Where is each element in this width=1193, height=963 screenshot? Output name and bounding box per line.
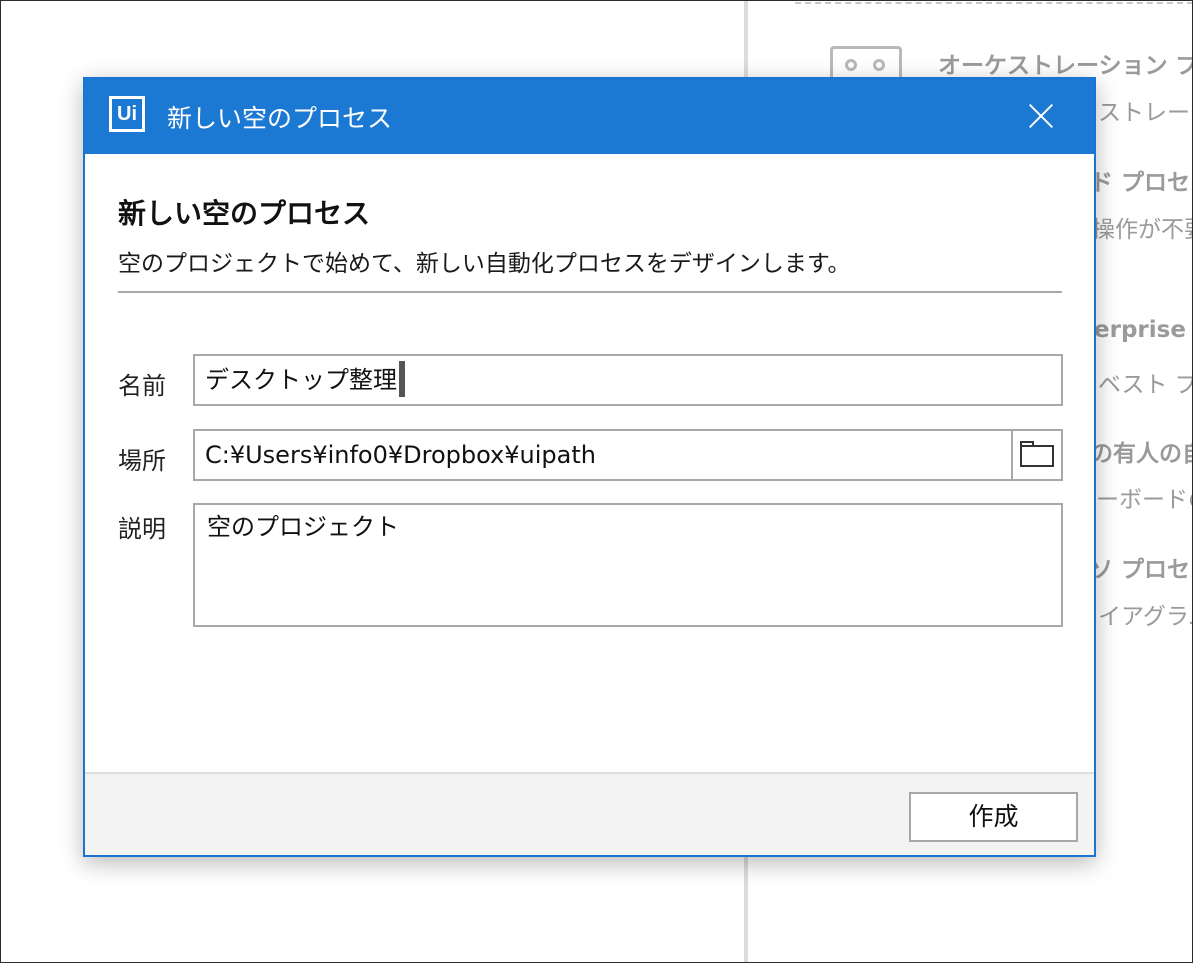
- new-process-dialog: Ui 新しい空のプロセス 新しい空のプロセス 空のプロジェクトで始めて、新しい自…: [83, 77, 1096, 857]
- folder-icon: [1020, 445, 1054, 467]
- close-button[interactable]: [1021, 96, 1061, 136]
- description-textarea-value: 空のプロジェクト: [207, 513, 399, 541]
- text-caret: [399, 361, 405, 397]
- location-label: 場所: [118, 447, 166, 475]
- location-input[interactable]: C:¥Users¥info0¥Dropbox¥uipath: [193, 429, 1013, 481]
- dialog-heading: 新しい空のプロセス: [118, 197, 371, 230]
- name-input-value: デスクトップ整理: [205, 366, 397, 394]
- orchestration-icon-node: [845, 59, 857, 71]
- background-template-title: ド プロセス: [1090, 170, 1193, 196]
- background-dashed-line: [795, 2, 1193, 4]
- browse-folder-button[interactable]: [1012, 429, 1063, 481]
- dialog-description: 空のプロジェクトで始めて、新しい自動化プロセスをデザインします。: [118, 251, 851, 277]
- background-template-desc: イアグラム: [1098, 604, 1193, 630]
- background-template-title: ソ プロセス: [1090, 557, 1193, 583]
- description-label: 説明: [118, 515, 166, 543]
- name-input[interactable]: デスクトップ整理: [193, 354, 1063, 406]
- dialog-titlebar[interactable]: Ui 新しい空のプロセス: [85, 79, 1094, 154]
- create-button[interactable]: 作成: [909, 792, 1078, 842]
- background-template-title: の有人の自: [1090, 441, 1193, 467]
- background-template-desc: ーボードのエ: [1096, 487, 1193, 513]
- location-input-value: C:¥Users¥info0¥Dropbox¥uipath: [205, 441, 596, 469]
- dialog-window-title: 新しい空のプロセス: [167, 104, 393, 133]
- background-template-desc: 操作が不要: [1092, 217, 1193, 243]
- background-template-title: erprise F: [1094, 317, 1193, 343]
- orchestration-icon-node: [873, 59, 885, 71]
- background-template-desc: ストレーシ: [1098, 100, 1193, 126]
- header-divider: [118, 291, 1062, 293]
- description-textarea[interactable]: 空のプロジェクト: [193, 503, 1063, 627]
- ui-logo-icon: Ui: [109, 96, 145, 132]
- name-label: 名前: [118, 372, 166, 400]
- background-template-title: オーケストレーション プロセ: [938, 53, 1193, 79]
- dialog-footer: 作成: [85, 772, 1094, 855]
- background-template-desc: ベスト プラ: [1098, 372, 1193, 398]
